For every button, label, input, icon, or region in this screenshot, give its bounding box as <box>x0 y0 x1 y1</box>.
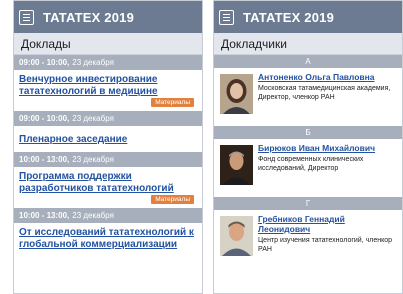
app-title: TATATEX 2019 <box>43 9 135 25</box>
session-time-bar: 10:00 - 13:00, 23 декабря <box>14 152 202 167</box>
session-time: 10:00 - 13:00, <box>19 155 70 164</box>
speaker-item[interactable]: Антоненко Ольга Павловна Московская тата… <box>214 68 402 126</box>
session-date: 23 декабря <box>72 155 114 164</box>
session-item[interactable]: Программа поддержки разработчиков татате… <box>14 167 202 208</box>
speaker-item[interactable]: Гребников Геннадий Леонидович Центр изуч… <box>214 210 402 268</box>
speaker-name-link[interactable]: Бирюков Иван Михайлович <box>258 143 398 153</box>
session-title-link[interactable]: Венчурное инвестирование тататехнологий … <box>19 74 197 98</box>
session-time-bar: 09:00 - 10:00, 23 декабря <box>14 111 202 126</box>
session-date: 23 декабря <box>72 114 114 123</box>
phone-screen-reports: TATATEX 2019 Доклады 09:00 - 10:00, 23 д… <box>13 0 203 294</box>
session-title-link[interactable]: Пленарное заседание <box>19 134 197 146</box>
session-date: 23 декабря <box>72 211 114 220</box>
alphabet-divider: Г <box>214 197 402 210</box>
top-app-bar: TATATEX 2019 <box>214 1 402 33</box>
session-time-bar: 10:00 - 13:00, 23 декабря <box>14 208 202 223</box>
app-title: TATATEX 2019 <box>243 9 335 25</box>
materials-badge[interactable]: Материалы <box>151 195 194 204</box>
materials-badge[interactable]: Материалы <box>151 98 194 107</box>
speaker-name-link[interactable]: Антоненко Ольга Павловна <box>258 72 398 82</box>
session-item[interactable]: Пленарное заседание <box>14 126 202 152</box>
speaker-organization: Фонд современных клинических исследовани… <box>258 156 364 172</box>
woman-portrait-icon <box>220 74 253 114</box>
top-app-bar: TATATEX 2019 <box>14 1 202 33</box>
speaker-organization: Московская татамедицинская академия, Дир… <box>258 85 391 101</box>
section-title-reports: Доклады <box>14 33 202 55</box>
session-time: 10:00 - 13:00, <box>19 211 70 220</box>
session-item[interactable]: Венчурное инвестирование тататехнологий … <box>14 70 202 111</box>
session-title-link[interactable]: От исследований тататехнологий к глобаль… <box>19 227 197 251</box>
session-date: 23 декабря <box>72 58 114 67</box>
session-time: 09:00 - 10:00, <box>19 58 70 67</box>
session-title-link[interactable]: Программа поддержки разработчиков татате… <box>19 171 197 195</box>
hamburger-menu-icon[interactable] <box>19 9 34 25</box>
session-time: 09:00 - 10:00, <box>19 114 70 123</box>
man-portrait-dark-icon <box>220 145 253 185</box>
section-title-speakers: Докладчики <box>214 33 402 55</box>
session-item[interactable]: От исследований тататехнологий к глобаль… <box>14 223 202 253</box>
speaker-organization: Центр изучения тататехнологий, членкор Р… <box>258 237 393 253</box>
speaker-item[interactable]: Бирюков Иван Михайлович Фонд современных… <box>214 139 402 197</box>
session-time-bar: 09:00 - 10:00, 23 декабря <box>14 55 202 70</box>
alphabet-divider: А <box>214 55 402 68</box>
alphabet-divider: Б <box>214 126 402 139</box>
hamburger-menu-icon[interactable] <box>219 9 234 25</box>
phone-screen-speakers: TATATEX 2019 Докладчики А Антоненко Ольг… <box>213 0 403 294</box>
man-portrait-light-icon <box>220 216 253 256</box>
speaker-name-link[interactable]: Гребников Геннадий Леонидович <box>258 214 398 234</box>
